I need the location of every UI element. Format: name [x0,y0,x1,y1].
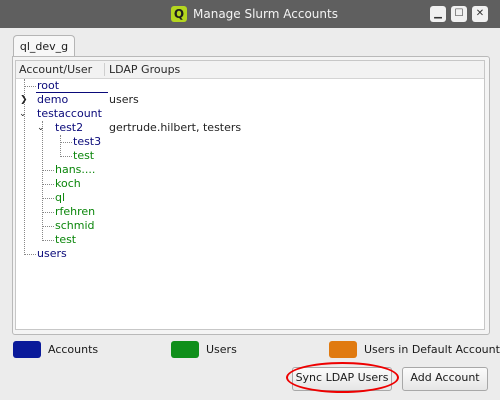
tree-connector [42,170,54,171]
maximize-button[interactable]: ☐ [451,6,467,22]
account-label: users [37,247,67,260]
user-label: koch [55,177,81,190]
users-legend-label: Users [206,343,237,356]
manage-slurm-accounts-window: Q Manage Slurm Accounts ▁ ☐ ✕ ql_dev_g A… [0,0,500,400]
tree-connector [42,212,54,213]
account-label: test3 [73,135,102,148]
tree-connector [42,198,54,199]
users-color-swatch[interactable] [171,341,199,358]
tree-header: Account/User LDAP Groups [16,61,484,79]
tree-item-user-test[interactable]: test [73,149,94,163]
tree-connector [60,135,61,157]
tree-item-users[interactable]: users [37,247,67,261]
accounts-tree[interactable]: Account/User LDAP Groups ❯ ⌄ ⌄ root demo… [15,60,485,330]
tree-item-testaccount[interactable]: testaccount [37,107,102,121]
tree-connector [42,184,54,185]
user-label: test [55,233,77,246]
tree-item-user-ql[interactable]: ql [55,191,65,205]
close-icon: ✕ [475,8,485,19]
tree-item-user-koch[interactable]: koch [55,177,81,191]
account-label: root [37,79,60,92]
user-label: test [73,149,95,162]
tree-item-test2[interactable]: test2 [55,121,83,135]
account-label: demo [37,93,69,106]
ldap-groups-cell: gertrude.hilbert, testers [109,121,242,134]
tree-item-user-hans[interactable]: hans.... [55,163,95,177]
tree-item-demo[interactable]: demo [37,93,68,107]
default-account-color-swatch[interactable] [329,341,357,358]
default-account-legend-label: Users in Default Account [364,343,500,356]
add-account-button[interactable]: Add Account [402,367,488,391]
collapse-arrow-icon[interactable]: ⌄ [19,109,27,119]
window-title: Manage Slurm Accounts [193,7,338,21]
account-label: test2 [55,121,84,134]
tree-connector [24,86,36,87]
tree-item-user-test[interactable]: test [55,233,76,247]
expand-arrow-icon[interactable]: ❯ [20,95,28,105]
tree-item-user-rfehren[interactable]: rfehren [55,205,95,219]
tree-item-root[interactable]: root [37,79,59,93]
title-bar[interactable]: Q Manage Slurm Accounts ▁ ☐ ✕ [0,0,500,28]
column-header-ldap-groups[interactable]: LDAP Groups [109,62,180,77]
tree-connector [42,240,54,241]
tree-item-test3[interactable]: test3 [73,135,101,149]
app-logo-icon: Q [171,6,187,22]
collapse-arrow-icon[interactable]: ⌄ [37,123,45,133]
user-label: schmid [55,219,95,232]
tree-connector [60,156,72,157]
minimize-button[interactable]: ▁ [430,6,446,22]
highlight-circle [286,362,399,393]
ldap-groups-cell: users [109,93,139,106]
column-separator[interactable] [104,63,105,76]
user-label: rfehren [55,205,96,218]
user-label: ql [55,191,66,204]
tree-connector [42,121,43,241]
accounts-legend-label: Accounts [48,343,99,356]
account-label: testaccount [37,107,102,120]
close-button[interactable]: ✕ [472,6,488,22]
accounts-color-swatch[interactable] [13,341,41,358]
user-label: hans.... [55,163,96,176]
maximize-icon: ☐ [454,8,464,19]
minimize-icon: ▁ [434,8,442,19]
tab-ql-dev-g[interactable]: ql_dev_g [13,35,75,58]
tree-connector [42,226,54,227]
tree-connector [24,254,36,255]
column-header-account-user[interactable]: Account/User [19,62,92,77]
tree-connector [24,79,25,255]
tree-item-user-schmid[interactable]: schmid [55,219,95,233]
tree-connector [60,142,72,143]
